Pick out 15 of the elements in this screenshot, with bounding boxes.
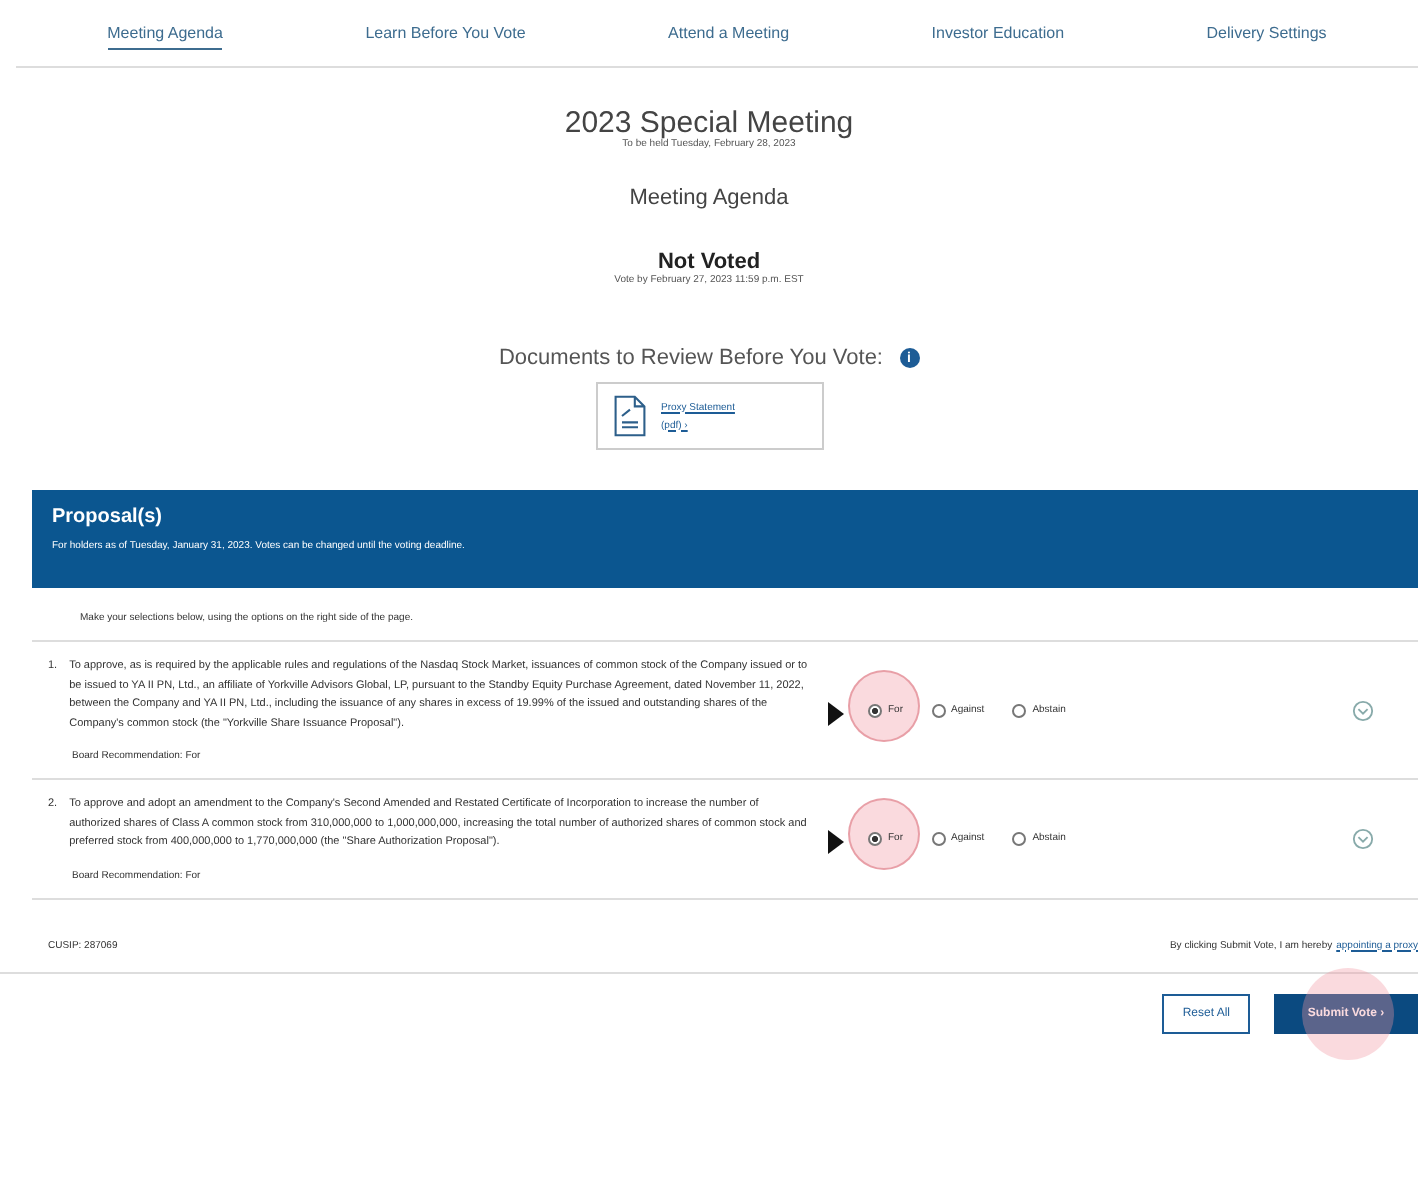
nav-tab[interactable]: Meeting Agenda: [107, 17, 223, 49]
section-title: Meeting Agenda: [629, 186, 789, 210]
click-highlight: [848, 797, 920, 870]
banner-title: Proposal(s): [52, 506, 165, 528]
documents-heading: Documents to Review Before You Vote:: [498, 346, 883, 370]
document-icon: [613, 394, 645, 438]
nav-tab[interactable]: Attend a Meeting: [668, 17, 790, 49]
nav-tab[interactable]: Investor Education: [931, 17, 1065, 49]
nav-tab[interactable]: Learn Before You Vote: [365, 17, 526, 49]
vote-status: Not Voted: [657, 250, 761, 274]
click-highlight: [848, 669, 920, 741]
meeting-title: 2023 Special Meeting: [564, 108, 854, 138]
expand-icon[interactable]: [1352, 699, 1374, 721]
expand-icon[interactable]: [1352, 827, 1374, 850]
nav-tab[interactable]: Delivery Settings: [1206, 17, 1327, 49]
